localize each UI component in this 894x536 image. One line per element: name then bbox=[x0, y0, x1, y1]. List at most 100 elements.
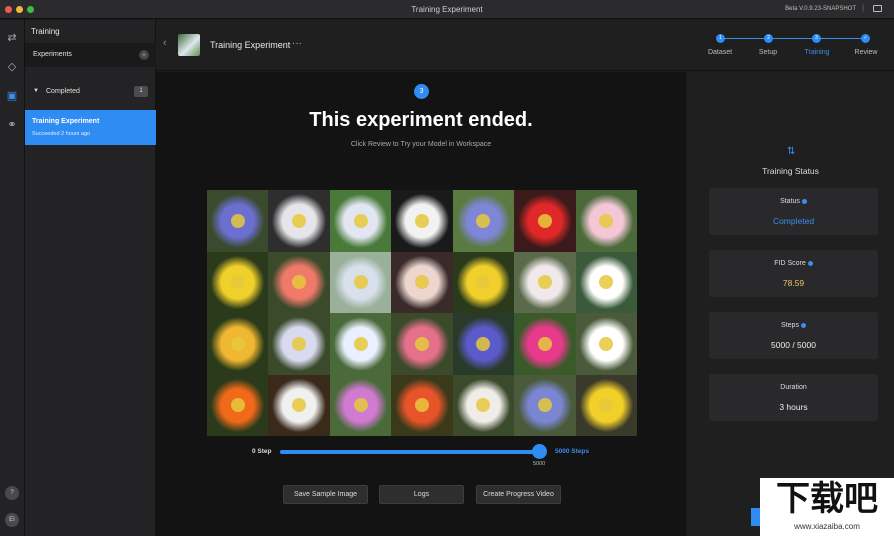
sample-image bbox=[391, 190, 453, 252]
step-slider-handle[interactable] bbox=[532, 444, 547, 459]
step-dot-setup: 2 bbox=[764, 34, 773, 43]
experiment-ended-title: This experiment ended. bbox=[309, 109, 533, 131]
sample-image bbox=[452, 190, 515, 252]
info-icon[interactable] bbox=[800, 322, 806, 328]
watermark-url: www.xiazaiba.com bbox=[794, 522, 860, 531]
slider-value: 5000 bbox=[533, 461, 546, 467]
step-slider-track[interactable] bbox=[280, 450, 540, 454]
sample-image bbox=[452, 313, 515, 375]
steps-card: Steps 5000 / 5000 bbox=[709, 312, 878, 359]
partial-button[interactable] bbox=[751, 508, 760, 526]
experiments-row[interactable]: Experiments + bbox=[25, 43, 156, 67]
help-icon[interactable]: ? bbox=[5, 486, 19, 500]
step-training[interactable]: Training bbox=[792, 49, 842, 56]
sidebar-item-title: Training Experiment bbox=[32, 118, 100, 125]
steps-label: Steps bbox=[781, 322, 799, 329]
back-chevron-icon[interactable]: ‹ bbox=[163, 37, 167, 49]
step-connector bbox=[772, 38, 816, 39]
sample-image bbox=[207, 374, 269, 436]
sample-image bbox=[452, 251, 515, 313]
slider-end-label: 5000 Steps bbox=[555, 448, 589, 455]
sample-image bbox=[391, 374, 453, 436]
step-review[interactable]: Review bbox=[841, 49, 891, 56]
save-sample-image-button[interactable]: Save Sample Image bbox=[283, 485, 368, 504]
sample-image bbox=[268, 190, 330, 252]
sample-image bbox=[391, 313, 453, 375]
sample-image bbox=[329, 251, 392, 313]
window-title: Training Experiment bbox=[411, 5, 483, 14]
duration-value: 3 hours bbox=[779, 402, 808, 412]
slider-start-label: 0 Step bbox=[252, 448, 272, 455]
sample-image bbox=[575, 313, 637, 375]
sample-image bbox=[575, 251, 637, 313]
version-separator: | bbox=[862, 5, 864, 12]
swap-icon[interactable]: ⇄ bbox=[4, 31, 20, 45]
completed-group[interactable]: ▼ Completed 1 bbox=[25, 80, 156, 104]
sample-image bbox=[268, 251, 330, 313]
training-status-panel: ⇅ Training Status Status Completed FID S… bbox=[687, 72, 894, 536]
layers-icon[interactable]: ◇ bbox=[4, 60, 20, 74]
sidebar-item-subtitle: Succeeded 2 hours ago bbox=[32, 131, 91, 137]
sample-image bbox=[514, 251, 576, 313]
title-bar: Training Experiment Beta V.0.9.23-SNAPSH… bbox=[0, 0, 894, 19]
sample-image bbox=[329, 313, 392, 375]
experiment-title: Training Experiment bbox=[210, 40, 291, 50]
chat-icon[interactable] bbox=[873, 5, 882, 12]
sample-image bbox=[268, 374, 330, 436]
sample-image bbox=[575, 190, 637, 252]
watermark: 下载吧 www.xiazaiba.com bbox=[760, 478, 894, 536]
experiments-label: Experiments bbox=[33, 51, 72, 58]
step-dot-training: 3 bbox=[812, 34, 821, 43]
sidebar-header: Training bbox=[31, 27, 60, 36]
completed-count-badge: 1 bbox=[134, 86, 148, 97]
create-progress-video-button[interactable]: Create Progress Video bbox=[476, 485, 561, 504]
experiment-header: ‹ Training Experiment ··· 1 2 3 ✓ Datase… bbox=[156, 20, 894, 71]
crop-icon[interactable]: ▣ bbox=[4, 89, 20, 103]
info-icon[interactable] bbox=[801, 198, 807, 204]
training-status-title: Training Status bbox=[762, 166, 819, 176]
steps-value: 5000 / 5000 bbox=[771, 340, 816, 350]
training-status-icon: ⇅ bbox=[787, 146, 796, 157]
sample-image bbox=[207, 251, 269, 313]
status-card: Status Completed bbox=[709, 188, 878, 235]
step-setup[interactable]: Setup bbox=[743, 49, 793, 56]
link-icon[interactable]: ⚭ bbox=[4, 118, 20, 132]
sample-image bbox=[514, 190, 576, 252]
more-options-button[interactable]: ··· bbox=[292, 38, 302, 49]
info-icon[interactable] bbox=[807, 260, 813, 266]
sample-image-grid bbox=[207, 190, 637, 436]
fid-score-card: FID Score 78.59 bbox=[709, 250, 878, 297]
step-connector bbox=[820, 38, 864, 39]
step-connector bbox=[724, 38, 768, 39]
experiment-thumbnail bbox=[178, 34, 200, 56]
fid-score-value: 78.59 bbox=[782, 278, 805, 288]
step-dataset[interactable]: Dataset bbox=[695, 49, 745, 56]
sample-image bbox=[391, 251, 453, 313]
main-content: 3 This experiment ended. Click Review to… bbox=[156, 72, 686, 536]
sidebar: Training Experiments + ▼ Completed 1 Tra… bbox=[25, 20, 156, 536]
step-dot-review: ✓ bbox=[861, 34, 870, 43]
status-value: Completed bbox=[772, 216, 815, 226]
duration-card: Duration 3 hours bbox=[709, 374, 878, 421]
add-experiment-button[interactable]: + bbox=[139, 50, 149, 60]
avatar[interactable]: EI bbox=[5, 513, 19, 527]
sample-image bbox=[207, 313, 269, 375]
sample-image bbox=[268, 313, 330, 375]
fid-score-label: FID Score bbox=[774, 260, 806, 267]
status-label: Status bbox=[780, 198, 800, 205]
step-dot-dataset: 1 bbox=[716, 34, 725, 43]
sample-image bbox=[575, 374, 637, 436]
sample-image bbox=[329, 190, 392, 252]
watermark-logo: 下载吧 bbox=[776, 480, 878, 518]
sample-image bbox=[452, 374, 515, 436]
sidebar-item-training-experiment[interactable]: Training Experiment Succeeded 2 hours ag… bbox=[25, 110, 156, 145]
duration-label: Duration bbox=[780, 384, 807, 391]
logs-button[interactable]: Logs bbox=[379, 485, 464, 504]
sample-image bbox=[329, 374, 392, 436]
sample-image bbox=[514, 313, 576, 375]
icon-rail: ⇄ ◇ ▣ ⚭ ? EI bbox=[0, 20, 25, 536]
sample-image bbox=[207, 190, 269, 252]
completed-group-label: Completed bbox=[46, 88, 80, 95]
experiment-ended-subtitle: Click Review to Try your Model in Worksp… bbox=[350, 141, 492, 148]
caret-down-icon: ▼ bbox=[33, 88, 39, 94]
